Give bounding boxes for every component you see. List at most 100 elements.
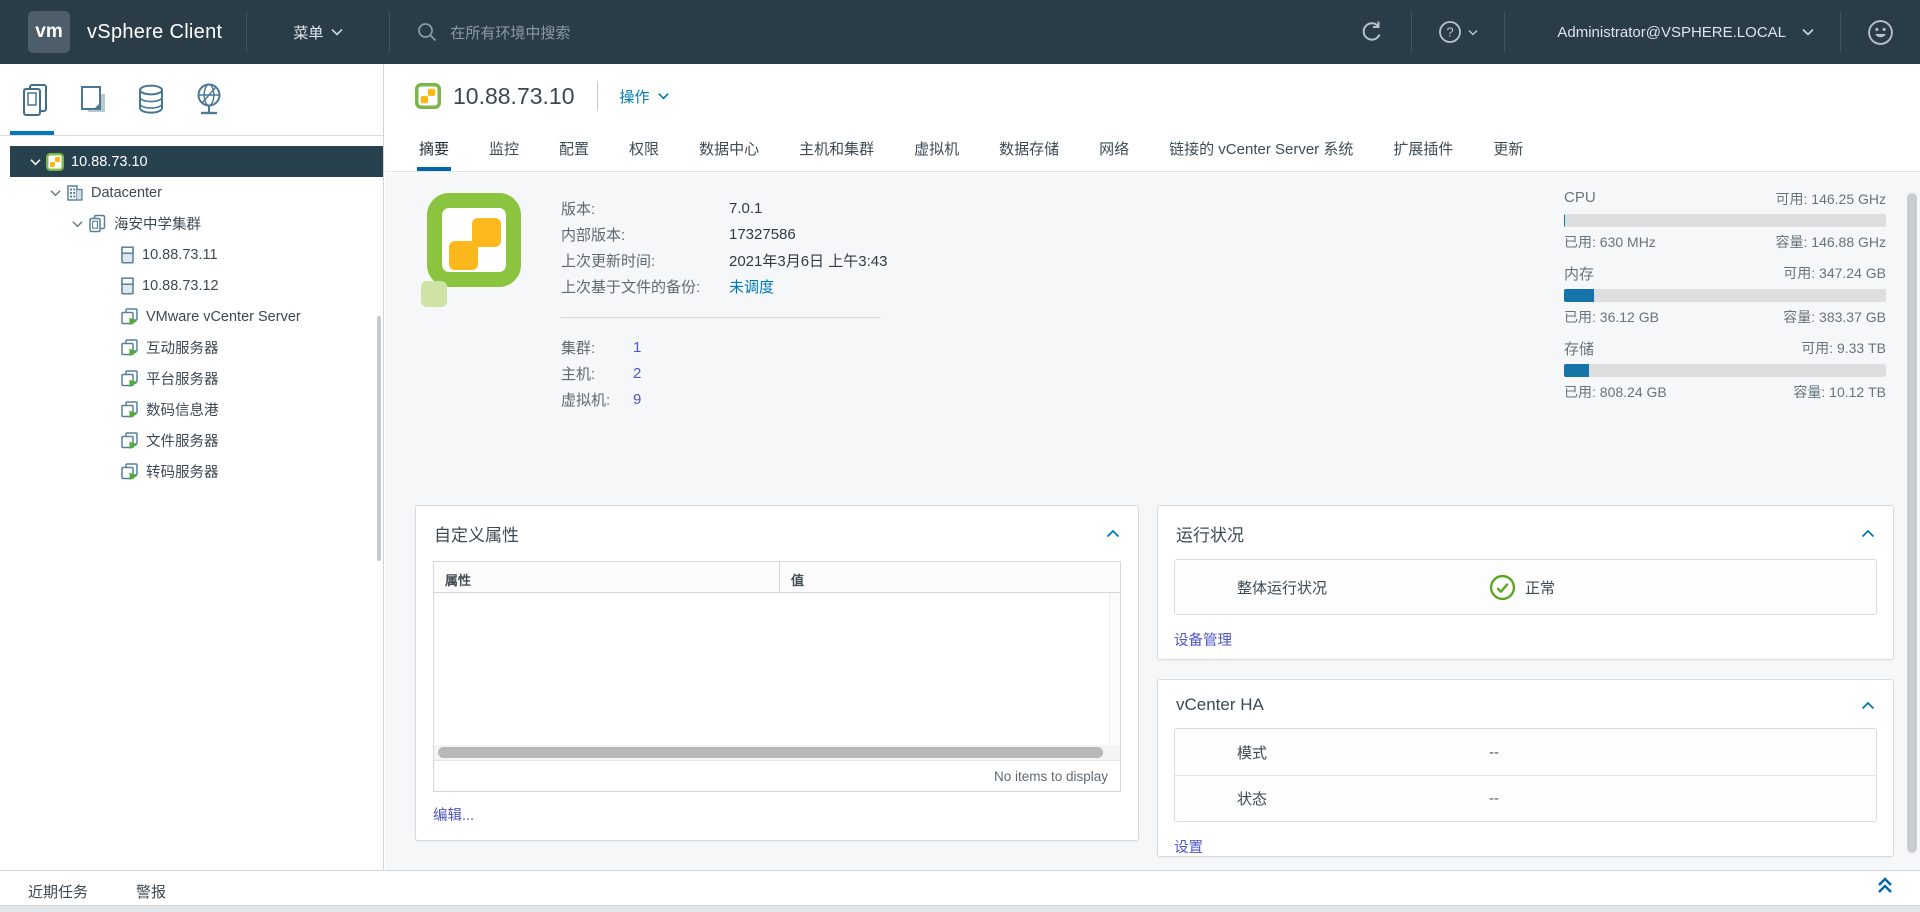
meter-used: 已用: 630 MHz: [1564, 232, 1656, 252]
refresh-button[interactable]: [1333, 0, 1411, 64]
meter-free: 可用: 347.24 GB: [1783, 263, 1886, 284]
navigation-sidebar: 10.88.73.10 Datacenter 海安中学集群 10.88.73.1…: [0, 64, 384, 870]
green-check-icon: [1489, 574, 1516, 601]
actions-label: 操作: [620, 86, 650, 107]
content-scrollbar[interactable]: [1907, 193, 1917, 853]
tab-vms[interactable]: 虚拟机: [912, 138, 961, 171]
topbar-right: ? Administrator@VSPHERE.LOCAL: [1333, 0, 1920, 64]
vms-count-link[interactable]: 9: [633, 391, 641, 408]
menu-button[interactable]: 菜单: [247, 0, 389, 64]
summary-panels: 自定义属性 属性 值 No items to display 编辑...: [415, 505, 1894, 857]
tree-item-vm-file-server[interactable]: 文件服务器: [0, 425, 383, 456]
cpu-usage-bar: [1564, 214, 1886, 227]
chevron-down-icon: [1468, 29, 1478, 36]
field-label: 上次基于文件的备份:: [561, 276, 729, 297]
tree-scrollbar[interactable]: [377, 316, 381, 561]
tree-item-cluster[interactable]: 海安中学集群: [0, 208, 383, 239]
global-search[interactable]: 在所有环境中搜索: [390, 0, 1333, 64]
svg-text:?: ?: [1447, 25, 1454, 40]
tab-networks[interactable]: 网络: [1097, 138, 1131, 171]
help-menu-button[interactable]: ?: [1412, 0, 1504, 64]
field-label: 版本:: [561, 198, 729, 219]
appliance-management-link[interactable]: 设备管理: [1174, 629, 1232, 650]
host-icon: [120, 277, 135, 295]
tree-item-vm-transcode-server[interactable]: 转码服务器: [0, 456, 383, 487]
attributes-table: 属性 值 No items to display: [433, 561, 1121, 792]
meter-free: 可用: 9.33 TB: [1801, 338, 1886, 359]
alarms-button[interactable]: 警报: [136, 881, 166, 902]
count-label: 主机:: [561, 363, 633, 384]
inventory-nav-tabs: [0, 64, 383, 136]
custom-attributes-panel: 自定义属性 属性 值 No items to display 编辑...: [415, 505, 1139, 841]
ha-status-row: 状态 --: [1175, 775, 1876, 821]
chevron-down-icon: [331, 28, 343, 36]
ha-row-value: --: [1489, 790, 1499, 807]
tab-networking[interactable]: [180, 64, 238, 135]
tree-item-host-10-88-73-11[interactable]: 10.88.73.11: [0, 239, 383, 270]
chevron-up-icon: [1861, 529, 1875, 538]
tab-storage[interactable]: [122, 64, 180, 135]
chevron-down-icon[interactable]: [24, 158, 46, 166]
empty-table-text: No items to display: [994, 769, 1108, 784]
tree-item-label: VMware vCenter Server: [146, 309, 301, 325]
tree-item-label: 互动服务器: [146, 337, 219, 358]
recent-tasks-button[interactable]: 近期任务: [28, 881, 88, 902]
main-content: 10.88.73.10 操作 摘要 监控 配置 权限 数据中心 主机和集群 虚拟…: [385, 64, 1920, 870]
chevron-down-icon[interactable]: [44, 189, 66, 197]
edit-attributes-link[interactable]: 编辑...: [433, 804, 474, 825]
column-header-value[interactable]: 值: [780, 562, 1120, 592]
panel-title: 自定义属性: [434, 521, 519, 546]
tree-item-10-88-73-10[interactable]: 10.88.73.10: [10, 146, 383, 177]
vsphere-logo: [415, 193, 533, 313]
collapse-panel-button[interactable]: [1861, 701, 1875, 710]
tab-extensions[interactable]: 扩展插件: [1391, 138, 1455, 171]
networking-icon: [192, 82, 226, 118]
chevron-down-icon[interactable]: [66, 220, 88, 228]
ha-mode-row: 模式 --: [1175, 729, 1876, 775]
meter-free: 可用: 146.25 GHz: [1776, 189, 1887, 209]
tab-vms-and-templates[interactable]: [64, 64, 122, 135]
table-horizontal-scrollbar[interactable]: [434, 745, 1120, 760]
clusters-count-link[interactable]: 1: [633, 339, 641, 356]
tree-item-vm-vcenter-server[interactable]: VMware vCenter Server: [0, 301, 383, 332]
tab-hosts-and-clusters[interactable]: [6, 64, 64, 135]
collapse-panel-button[interactable]: [1861, 529, 1875, 538]
collapse-panel-button[interactable]: [1106, 529, 1120, 538]
tree-item-vm-digital-info-port[interactable]: 数码信息港: [0, 394, 383, 425]
cpu-meter: CPU可用: 146.25 GHz 已用: 630 MHz容量: 146.88 …: [1564, 189, 1886, 252]
host-icon: [120, 246, 135, 264]
backup-not-scheduled-link[interactable]: 未调度: [729, 276, 774, 297]
meter-capacity: 容量: 383.37 GB: [1783, 307, 1886, 327]
feedback-button[interactable]: [1841, 0, 1920, 64]
tree-item-vm-platform-server[interactable]: 平台服务器: [0, 363, 383, 394]
actions-menu-button[interactable]: 操作: [620, 86, 669, 107]
right-panels-column: 运行状况 整体运行状况 正常 设备管理 vCente: [1157, 505, 1894, 857]
tab-datacenters[interactable]: 数据中心: [697, 138, 761, 171]
tab-datastores[interactable]: 数据存储: [997, 138, 1061, 171]
page-title: 10.88.73.10: [453, 83, 575, 110]
tab-configure[interactable]: 配置: [557, 138, 591, 171]
ha-settings-link[interactable]: 设置: [1174, 836, 1203, 857]
vm-running-icon: [120, 338, 139, 357]
field-label: 上次更新时间:: [561, 250, 729, 271]
tree-item-host-10-88-73-12[interactable]: 10.88.73.12: [0, 270, 383, 301]
table-vertical-scrollbar[interactable]: [1109, 593, 1120, 745]
resource-meters: CPU可用: 146.25 GHz 已用: 630 MHz容量: 146.88 …: [1564, 189, 1886, 413]
tab-linked-vcenter[interactable]: 链接的 vCenter Server 系统: [1167, 138, 1355, 171]
count-row: 集群: 1: [561, 334, 887, 360]
search-placeholder: 在所有环境中搜索: [450, 22, 570, 43]
user-menu-button[interactable]: Administrator@VSPHERE.LOCAL: [1505, 0, 1840, 64]
tab-permissions[interactable]: 权限: [627, 138, 661, 171]
scrollbar-thumb[interactable]: [438, 747, 1103, 758]
column-header-attribute[interactable]: 属性: [434, 562, 780, 592]
hosts-count-link[interactable]: 2: [633, 365, 641, 382]
tree-item-vm-interactive-server[interactable]: 互动服务器: [0, 332, 383, 363]
datacenter-icon: [66, 184, 84, 202]
tab-updates[interactable]: 更新: [1491, 138, 1525, 171]
expand-tasks-pane-button[interactable]: [1876, 876, 1894, 901]
tab-hosts-clusters[interactable]: 主机和集群: [797, 138, 876, 171]
tab-monitor[interactable]: 监控: [487, 138, 521, 171]
cluster-icon: [88, 214, 107, 233]
tree-item-datacenter[interactable]: Datacenter: [0, 177, 383, 208]
tab-summary[interactable]: 摘要: [417, 138, 451, 171]
